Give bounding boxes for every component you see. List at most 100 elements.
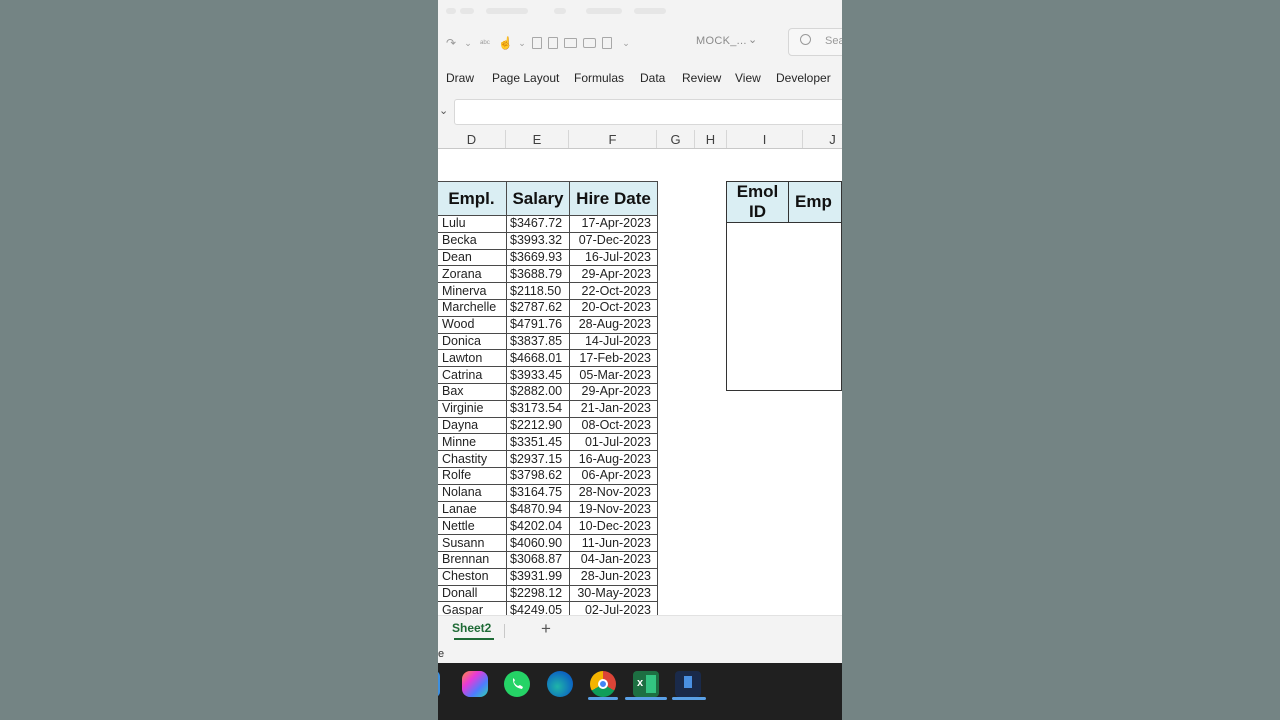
tab-draw[interactable]: Draw: [446, 71, 474, 85]
header-emol-id[interactable]: Emol ID: [725, 181, 790, 223]
employee-name-cell[interactable]: Gaspar: [438, 601, 507, 615]
employee-name-cell[interactable]: Bax: [438, 382, 507, 401]
employee-name-cell[interactable]: Brennan: [438, 550, 507, 569]
dropdown-chevron-icon[interactable]: ⌄: [464, 36, 472, 50]
salary-cell[interactable]: $4249.05: [506, 601, 570, 615]
employee-name-cell[interactable]: Cheston: [438, 567, 507, 586]
whatsapp-icon[interactable]: [504, 671, 530, 697]
hire-date-cell[interactable]: 02-Jul-2023: [569, 601, 658, 615]
employee-name-cell[interactable]: Minerva: [438, 282, 507, 300]
chevron-down-icon[interactable]: ⌄: [748, 33, 757, 46]
tab-page-layout[interactable]: Page Layout: [492, 71, 559, 85]
header-empl[interactable]: Empl.: [438, 181, 507, 216]
salary-cell[interactable]: $3669.93: [506, 248, 570, 267]
hire-date-cell[interactable]: 01-Jul-2023: [569, 433, 658, 452]
salary-cell[interactable]: $3068.87: [506, 550, 570, 569]
hire-date-cell[interactable]: 28-Jun-2023: [569, 567, 658, 586]
hire-date-cell[interactable]: 17-Apr-2023: [569, 215, 658, 233]
hire-date-cell[interactable]: 19-Nov-2023: [569, 500, 658, 519]
employee-name-cell[interactable]: Lulu: [438, 215, 507, 233]
hire-date-cell[interactable]: 29-Apr-2023: [569, 265, 658, 284]
salary-cell[interactable]: $4870.94: [506, 500, 570, 519]
hire-date-cell[interactable]: 06-Apr-2023: [569, 466, 658, 485]
salary-cell[interactable]: $4202.04: [506, 517, 570, 536]
hire-date-cell[interactable]: 29-Apr-2023: [569, 382, 658, 401]
header-hire-date[interactable]: Hire Date: [569, 181, 658, 216]
hire-date-cell[interactable]: 04-Jan-2023: [569, 550, 658, 569]
column-header-h[interactable]: H: [695, 130, 727, 148]
column-header-g[interactable]: G: [657, 130, 695, 148]
employee-name-cell[interactable]: Nolana: [438, 483, 507, 502]
employee-name-cell[interactable]: Nettle: [438, 517, 507, 536]
hire-date-cell[interactable]: 05-Mar-2023: [569, 366, 658, 384]
salary-cell[interactable]: $3173.54: [506, 399, 570, 418]
hire-date-cell[interactable]: 22-Oct-2023: [569, 282, 658, 300]
lookup-body[interactable]: [726, 222, 842, 391]
header-emp[interactable]: Emp: [788, 181, 842, 223]
hire-date-cell[interactable]: 16-Jul-2023: [569, 248, 658, 267]
name-box-chevron-icon[interactable]: ⌄: [439, 104, 448, 117]
tab-review[interactable]: Review: [682, 71, 721, 85]
hire-date-cell[interactable]: 16-Aug-2023: [569, 450, 658, 468]
salary-cell[interactable]: $3931.99: [506, 567, 570, 586]
tab-view[interactable]: View: [735, 71, 761, 85]
employee-name-cell[interactable]: Wood: [438, 315, 507, 334]
employee-name-cell[interactable]: Marchelle: [438, 298, 507, 317]
employee-name-cell[interactable]: Virginie: [438, 399, 507, 418]
dropdown-chevron-icon[interactable]: ⌄: [518, 36, 526, 50]
salary-cell[interactable]: $2298.12: [506, 584, 570, 603]
hire-date-cell[interactable]: 14-Jul-2023: [569, 332, 658, 351]
employee-name-cell[interactable]: Rolfe: [438, 466, 507, 485]
clipboard-icon[interactable]: [602, 37, 612, 49]
hire-date-cell[interactable]: 08-Oct-2023: [569, 416, 658, 435]
redo-icon[interactable]: ↷: [444, 36, 458, 50]
sheet-tab-sheet2[interactable]: Sheet2: [452, 621, 491, 635]
salary-cell[interactable]: $2882.00: [506, 382, 570, 401]
employee-name-cell[interactable]: Lawton: [438, 349, 507, 368]
app-icon[interactable]: [675, 671, 701, 697]
employee-name-cell[interactable]: Minne: [438, 433, 507, 452]
search-box[interactable]: Sea: [788, 28, 842, 56]
hire-date-cell[interactable]: 28-Nov-2023: [569, 483, 658, 502]
new-file-icon[interactable]: [548, 37, 558, 49]
salary-cell[interactable]: $2118.50: [506, 282, 570, 300]
salary-cell[interactable]: $2212.90: [506, 416, 570, 435]
hire-date-cell[interactable]: 17-Feb-2023: [569, 349, 658, 368]
salary-cell[interactable]: $3351.45: [506, 433, 570, 452]
salary-cell[interactable]: $3164.75: [506, 483, 570, 502]
open-folder-icon[interactable]: [564, 38, 577, 48]
chrome-icon[interactable]: [590, 671, 616, 697]
employee-name-cell[interactable]: Donica: [438, 332, 507, 351]
hire-date-cell[interactable]: 07-Dec-2023: [569, 231, 658, 250]
hire-date-cell[interactable]: 11-Jun-2023: [569, 534, 658, 552]
employee-name-cell[interactable]: Chastity: [438, 450, 507, 468]
salary-cell[interactable]: $4791.76: [506, 315, 570, 334]
camera-icon[interactable]: [583, 38, 596, 48]
employee-name-cell[interactable]: Lanae: [438, 500, 507, 519]
employee-name-cell[interactable]: Susann: [438, 534, 507, 552]
employee-name-cell[interactable]: Becka: [438, 231, 507, 250]
column-header-f[interactable]: F: [569, 130, 657, 148]
salary-cell[interactable]: $3467.72: [506, 215, 570, 233]
add-sheet-button[interactable]: +: [541, 619, 551, 639]
print-preview-icon[interactable]: [532, 37, 542, 49]
salary-cell[interactable]: $2937.15: [506, 450, 570, 468]
spelling-icon[interactable]: ᵃᵇᶜ: [478, 36, 492, 50]
salary-cell[interactable]: $3837.85: [506, 332, 570, 351]
start-icon[interactable]: [438, 671, 440, 697]
employee-name-cell[interactable]: Catrina: [438, 366, 507, 384]
copilot-icon[interactable]: [462, 671, 488, 697]
header-salary[interactable]: Salary: [506, 181, 570, 216]
column-header-i[interactable]: I: [727, 130, 803, 148]
employee-name-cell[interactable]: Dayna: [438, 416, 507, 435]
excel-icon[interactable]: x: [633, 671, 659, 697]
column-header-e[interactable]: E: [506, 130, 569, 148]
edge-icon[interactable]: [547, 671, 573, 697]
hire-date-cell[interactable]: 30-May-2023: [569, 584, 658, 603]
salary-cell[interactable]: $2787.62: [506, 298, 570, 317]
hire-date-cell[interactable]: 10-Dec-2023: [569, 517, 658, 536]
worksheet-grid[interactable]: Empl. Salary Hire Date Lulu $3467.72 17-Ap…: [438, 149, 842, 615]
column-header-d[interactable]: D: [438, 130, 506, 148]
employee-name-cell[interactable]: Zorana: [438, 265, 507, 284]
tab-data[interactable]: Data: [640, 71, 665, 85]
